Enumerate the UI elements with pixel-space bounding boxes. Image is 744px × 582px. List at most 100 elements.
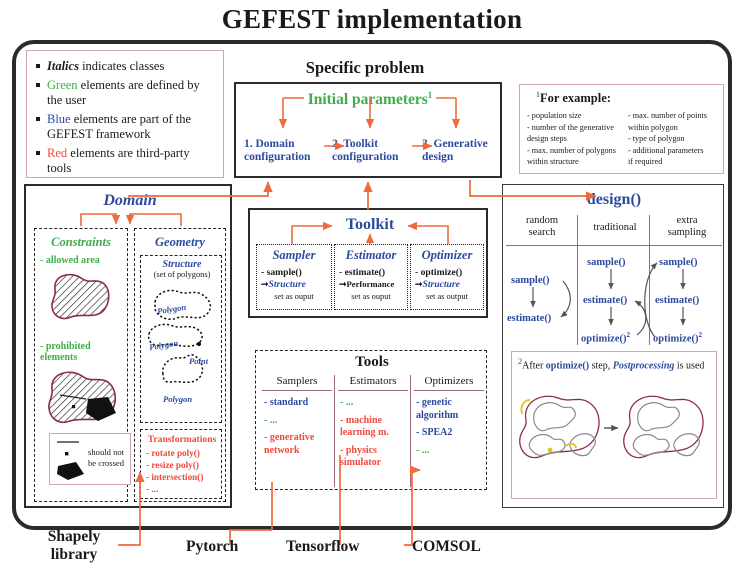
estimator-title: Estimator: [345, 248, 397, 262]
toolkit-column-optimizer: Optimizer - optimize() ➞Structure set as…: [410, 244, 484, 310]
footnote-left-1: - number of the generative: [527, 122, 614, 132]
tools-panel: Tools Samplers - standard - ... - genera…: [255, 350, 487, 490]
specific-problem-arrows: [278, 97, 461, 151]
footnote-left-2: design steps: [527, 134, 567, 144]
toolkit-column-estimator: Estimator - estimate() ➞Performance set …: [334, 244, 408, 310]
external-tool-tensorflow: Tensorflow: [286, 538, 360, 555]
tools-divider-2: [410, 375, 411, 487]
estimator-method: - estimate(): [339, 267, 386, 278]
constraints-prohibited-label: - prohibited elements: [40, 341, 91, 363]
transformation-ellipsis: - ...: [146, 484, 159, 494]
specific-problem-box: Initial parameters1 1. Domain configurat…: [234, 82, 502, 178]
prohibited-line1: - prohibited: [40, 341, 91, 352]
tools-divider-1: [334, 375, 335, 487]
optimizer-output-note: set as output: [426, 292, 468, 301]
legend-list: Italics indicates classes Green elements…: [27, 51, 223, 177]
constraints-title: Constraints: [51, 235, 111, 249]
footnote-left-4: within structure: [527, 157, 579, 167]
geometry-title: Geometry: [155, 235, 205, 249]
tool-optimizer-ellipsis: - ...: [416, 444, 430, 456]
postprocessing-emphasis: Postprocessing: [612, 360, 675, 372]
footnote-column-right: - max. number of points within polygon -…: [628, 111, 723, 169]
allowed-area-shape: [51, 273, 110, 320]
legend-box: Italics indicates classes Green elements…: [26, 50, 224, 178]
legend-item-blue: Blue elements are part of the GEFEST fra…: [36, 112, 217, 143]
sampler-method: - sample(): [261, 267, 302, 278]
structure-box: Structure (set of polygons) Polygon Poly…: [140, 255, 222, 423]
postprocessing-illustration: [519, 395, 704, 459]
tool-estimator-ml: - machine learning m.: [340, 414, 389, 439]
crossed-legend-text: should not be crossed: [88, 447, 130, 468]
tool-sampler-standard: - standard: [264, 397, 309, 408]
legend-item-italics: Italics indicates classes: [36, 59, 217, 75]
tools-column-estimators: Estimators - ... - machine learning m. -…: [336, 375, 410, 475]
structure-title: Structure: [162, 259, 202, 270]
legend-accent-green: Green: [47, 77, 78, 92]
crossed-legend-symbols: [57, 441, 84, 480]
tool-sampler-generative: - generative network: [264, 432, 315, 456]
sampler-output-type: Structure: [268, 279, 306, 290]
domain-internal-arrows: [80, 213, 182, 226]
tool-optimizer-spea2: - SPEA2: [416, 427, 453, 438]
sampler-output: ➞Structure: [261, 279, 306, 290]
tools-rule-samplers: [262, 390, 332, 391]
footnote-right-4: if required: [628, 157, 663, 167]
constraints-box: Constraints - allowed area - prohibited …: [34, 228, 131, 502]
postprocessing-box: 2After optimize() step, Postprocessing i…: [511, 351, 717, 499]
postprocessing-code: optimize(): [545, 360, 590, 372]
tools-header-estimators: Estimators: [349, 375, 397, 387]
design-flow-arrows: [530, 262, 686, 338]
footnote-right-1: within polygon: [628, 122, 678, 132]
footnote-right-2: - type of polygon: [628, 134, 685, 144]
toolkit-panel: Toolkit Sampler - sample() ➞Structure se…: [248, 208, 488, 318]
external-tool-shapely: Shapely library: [34, 528, 114, 564]
transformation-intersection: - intersection(): [146, 472, 204, 482]
postprocessing-before: After: [522, 360, 546, 372]
footnote-right-0: - max. number of points: [628, 111, 707, 120]
tool-estimator-physics: - physics simulator: [340, 444, 382, 469]
transformation-resize: - resize poly(): [146, 460, 199, 470]
postprocessing-mid: step,: [589, 360, 613, 372]
footnote-left-3: - max. number of polygons: [527, 145, 616, 155]
domain-panel: Domain Constraints - allowed area - proh…: [24, 184, 232, 508]
legend-accent-italics: Italics: [47, 59, 79, 73]
estimator-output-note: set as ouput: [351, 292, 391, 301]
tool-sampler-ellipsis: - ...: [264, 414, 278, 426]
external-tool-comsol: COMSOL: [412, 538, 481, 555]
tool-optimizer-genetic: - genetic algorithm: [416, 397, 459, 421]
shapely-line1: Shapely: [47, 528, 101, 545]
point-label: Point: [189, 356, 209, 366]
legend-accent-red: Red: [47, 145, 68, 160]
crossed-line2: be crossed: [88, 457, 125, 468]
footnote-column-left: - population size - number of the genera…: [527, 111, 625, 169]
transformations-box: Transformations - rotate poly() - resize…: [140, 429, 222, 499]
tools-rule-estimators: [338, 390, 408, 391]
tools-rule-optimizers: [414, 390, 484, 391]
optimizer-method: - optimize(): [415, 267, 463, 278]
polygon-label-bottom: Polygon: [163, 394, 193, 404]
tools-column-samplers: Samplers - standard - ... - generative n…: [260, 375, 334, 462]
sampler-title: Sampler: [272, 248, 316, 262]
footnote-right-3: - additional parameters: [628, 145, 704, 155]
shapely-line2: library: [50, 546, 98, 563]
tools-header-optimizers: Optimizers: [424, 375, 474, 387]
external-tool-pytorch: Pytorch: [186, 538, 239, 555]
transformation-rotate: - rotate poly(): [146, 448, 200, 458]
estimator-output-type: Performance: [346, 279, 395, 289]
legend-item-green: Green elements are defined by the user: [36, 77, 217, 109]
footnote-left-0: - population size: [527, 111, 582, 120]
footnote-heading-text: For example:: [540, 91, 611, 106]
legend-rest-red: elements are third-party tools: [47, 145, 190, 176]
footnote-heading: 1For example:: [536, 90, 611, 106]
optimizer-title: Optimizer: [421, 248, 473, 262]
optimizer-output-type: Structure: [422, 279, 460, 290]
crossed-line1: should not: [88, 447, 125, 457]
page-title: GEFEST implementation: [221, 4, 523, 34]
postprocessing-after: is used: [674, 360, 705, 372]
tool-estimator-ellipsis: - ...: [340, 397, 354, 408]
optimizer-output: ➞Structure: [415, 279, 460, 290]
tools-title: Tools: [355, 354, 389, 370]
toolkit-column-sampler: Sampler - sample() ➞Structure set as oup…: [256, 244, 332, 310]
should-not-be-crossed-legend: should not be crossed: [49, 433, 131, 485]
postprocessing-text: 2After optimize() step, Postprocessing i…: [518, 356, 714, 373]
